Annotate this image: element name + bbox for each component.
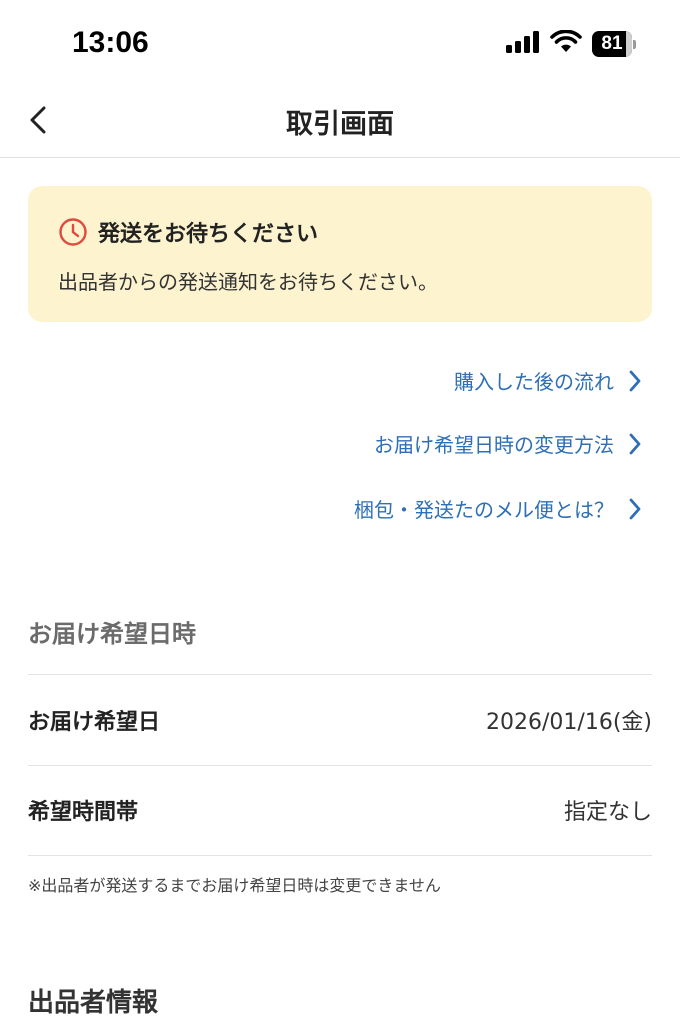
chevron-right-icon	[628, 432, 642, 456]
delivery-date-value: 2026/01/16(金)	[486, 710, 652, 735]
link-change-delivery[interactable]: お届け希望日時の変更方法	[374, 429, 642, 458]
clock-icon	[59, 218, 87, 246]
notice-title: 発送をお待ちください	[98, 222, 319, 247]
link-mel-bin[interactable]: 梱包・発送たのメル便とは？	[354, 494, 642, 523]
link-purchase-flow[interactable]: 購入した後の流れ	[454, 366, 642, 395]
wifi-icon	[550, 29, 582, 58]
status-bar: 13:06 81	[0, 0, 680, 92]
link-label: お届け希望日時の変更方法	[374, 433, 614, 457]
chevron-right-icon	[628, 497, 642, 521]
status-icons: 81	[506, 29, 636, 58]
time-slot-label: 希望時間帯	[28, 800, 139, 825]
status-time: 13:06	[72, 26, 149, 59]
page-title: 取引画面	[286, 109, 394, 140]
time-slot-row: 希望時間帯 指定なし	[28, 780, 652, 840]
divider	[28, 765, 652, 766]
seller-section-heading: 出品者情報	[28, 988, 159, 1018]
notice-title-row: 発送をお待ちください	[58, 216, 318, 248]
divider	[28, 855, 652, 856]
shipping-notice: 発送をお待ちください 出品者からの発送通知をお待ちください。	[28, 186, 652, 322]
time-slot-value: 指定なし	[563, 800, 652, 825]
nav-bar: 取引画面	[0, 92, 680, 158]
delivery-note: ※出品者が発送するまでお届け希望日時は変更できません	[28, 876, 441, 895]
divider	[28, 674, 652, 675]
battery-level: 81	[601, 33, 623, 54]
delivery-date-label: お届け希望日	[28, 710, 161, 735]
delivery-date-row: お届け希望日 2026/01/16(金)	[28, 690, 652, 750]
link-label: 梱包・発送たのメル便とは？	[354, 498, 614, 522]
battery-icon: 81	[592, 31, 636, 57]
delivery-section-heading: お届け希望日時	[28, 620, 196, 648]
signal-icon	[506, 31, 540, 57]
notice-body: 出品者からの発送通知をお待ちください。	[58, 270, 438, 294]
chevron-right-icon	[628, 369, 642, 393]
link-label: 購入した後の流れ	[454, 370, 614, 394]
